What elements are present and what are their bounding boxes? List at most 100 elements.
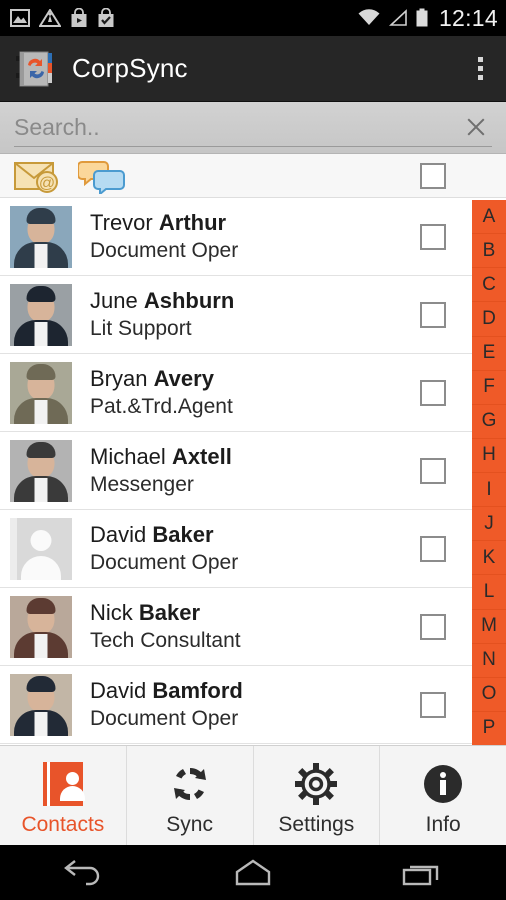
alpha-index-letter[interactable]: J [472, 507, 506, 542]
alpha-index-letter[interactable]: M [472, 610, 506, 644]
clear-search-icon[interactable] [462, 113, 490, 141]
contact-checkbox[interactable] [420, 691, 446, 718]
contact-text: Bryan Avery Pat.&Trd.Agent [90, 365, 233, 418]
svg-text:@: @ [39, 175, 55, 192]
avatar [10, 517, 72, 580]
wifi-icon [358, 9, 380, 25]
battery-icon [416, 8, 428, 27]
avatar [10, 361, 72, 424]
corpsync-notebook-sync-icon [14, 47, 58, 91]
alpha-index-letter[interactable]: D [472, 302, 506, 337]
tab-sync[interactable]: Sync [127, 746, 254, 845]
contact-text: Nick Baker Tech Consultant [90, 599, 241, 652]
tab-settings[interactable]: Settings [254, 746, 381, 845]
home-icon[interactable] [227, 856, 279, 890]
contact-title: Tech Consultant [90, 628, 241, 652]
alpha-index-letter[interactable]: F [472, 371, 506, 405]
contact-text: David Baker Document Oper [90, 521, 239, 574]
contact-first-name: David [90, 521, 147, 547]
overflow-dot [477, 66, 483, 71]
search-field[interactable] [14, 109, 492, 147]
list-header-icons: @ [14, 158, 126, 194]
contact-checkbox[interactable] [420, 223, 446, 250]
contact-title: Document Oper [90, 550, 239, 574]
contact-checkbox[interactable] [420, 457, 446, 484]
status-bar-left-icons [10, 8, 115, 28]
alpha-index-letter[interactable]: G [472, 405, 506, 439]
contact-title: Pat.&Trd.Agent [90, 394, 233, 418]
tab-info[interactable]: Info [380, 746, 506, 845]
contact-row[interactable]: June Ashburn Lit Support [0, 276, 506, 354]
contact-last-name: Baker [138, 599, 201, 625]
contact-text: Trevor Arthur Document Oper [90, 209, 239, 262]
bottom-tab-bar: Contacts Sync Settings Info [0, 745, 506, 845]
contact-row[interactable]: Trevor Arthur Document Oper [0, 198, 506, 276]
alpha-index-letter[interactable]: O [472, 678, 506, 712]
contact-checkbox[interactable] [420, 379, 446, 406]
alpha-index-letter[interactable]: A [472, 200, 506, 235]
tab-sync-label: Sync [166, 812, 213, 836]
contact-text: David Bamford Document Oper [90, 677, 243, 730]
contact-checkbox[interactable] [420, 301, 446, 328]
alpha-index-letter[interactable]: L [472, 575, 506, 610]
signal-icon [388, 9, 407, 26]
contact-row[interactable]: Michael Axtell Messenger [0, 432, 506, 510]
alpha-index-letter[interactable]: K [472, 541, 506, 576]
contact-first-name: David [90, 677, 147, 703]
contact-row[interactable]: David Bamford Document Oper [0, 666, 506, 744]
gear-icon [293, 761, 339, 807]
contact-last-name: Arthur [158, 209, 227, 235]
alpha-index-letter[interactable]: C [472, 268, 506, 303]
android-nav-bar [0, 845, 506, 900]
image-icon [10, 9, 30, 27]
phone-screen: 12:14 CorpSync Search.. @ Trevor Arthur … [0, 0, 506, 900]
list-header-row: @ [0, 154, 506, 198]
sync-arrows-icon [167, 761, 213, 807]
info-circle-icon [420, 761, 466, 807]
contact-last-name: Axtell [171, 443, 232, 469]
alpha-index-letter[interactable]: E [472, 337, 506, 371]
chat-bubbles-icon[interactable] [78, 158, 126, 194]
alpha-index-letter[interactable]: N [472, 644, 506, 678]
tab-contacts[interactable]: Contacts [0, 746, 127, 845]
contact-row[interactable]: Nick Baker Tech Consultant [0, 588, 506, 666]
alpha-index-letter[interactable]: P [472, 712, 506, 745]
alpha-index-letter[interactable]: I [472, 473, 506, 508]
alpha-index-letter[interactable]: H [472, 439, 506, 473]
alpha-index-letter[interactable]: B [472, 234, 506, 269]
avatar [10, 595, 72, 658]
status-bar: 12:14 [0, 0, 506, 36]
avatar [10, 205, 72, 268]
search-input[interactable] [14, 113, 462, 141]
contact-name: June Ashburn [90, 287, 235, 314]
contact-last-name: Avery [153, 365, 214, 391]
app-title: CorpSync [72, 53, 188, 83]
contact-checkbox[interactable] [420, 613, 446, 640]
contact-first-name: Michael [90, 443, 166, 469]
warning-triangle-icon [39, 9, 61, 27]
contact-row[interactable]: Bryan Avery Pat.&Trd.Agent [0, 354, 506, 432]
contact-last-name: Baker [152, 521, 214, 547]
contact-text: June Ashburn Lit Support [90, 287, 235, 340]
recents-icon[interactable] [396, 856, 448, 890]
contact-first-name: June [90, 287, 138, 313]
contact-title: Document Oper [90, 238, 239, 262]
contact-last-name: Ashburn [143, 287, 235, 313]
alphabet-index[interactable]: ABCDEFGHIJKLMNOP [472, 200, 506, 745]
action-bar: CorpSync [0, 36, 506, 102]
overflow-menu-button[interactable] [468, 54, 492, 84]
tab-settings-label: Settings [278, 812, 355, 836]
contact-row[interactable]: David Baker Document Oper [0, 510, 506, 588]
avatar [10, 673, 72, 736]
select-all-checkbox[interactable] [420, 162, 446, 189]
contact-list[interactable]: Trevor Arthur Document Oper June Ashburn Li… [0, 198, 506, 745]
contact-name: David Baker [90, 521, 238, 548]
contact-checkbox[interactable] [420, 535, 446, 562]
contact-first-name: Trevor [90, 209, 153, 235]
avatar [10, 439, 72, 502]
contact-name: Nick Baker [90, 599, 241, 626]
email-at-icon[interactable]: @ [14, 159, 60, 193]
avatar [10, 283, 72, 346]
back-icon[interactable] [58, 856, 110, 890]
status-bar-clock: 12:14 [438, 4, 498, 31]
